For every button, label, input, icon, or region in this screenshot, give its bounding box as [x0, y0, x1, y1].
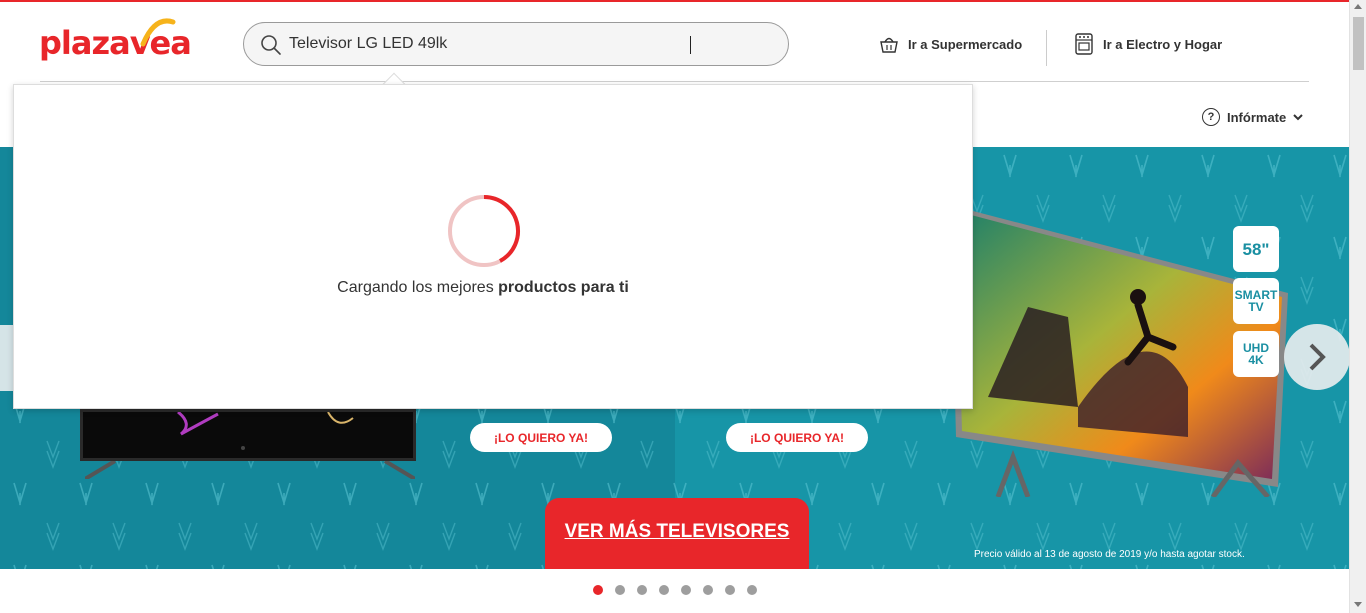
tv-left-image [80, 409, 416, 461]
lo-quiero-ya-button-left[interactable]: ¡LO QUIERO YA! [470, 423, 612, 452]
chevron-right-icon [1309, 343, 1326, 371]
loading-spinner-icon [448, 195, 520, 267]
site-header: plazavea Ir a Supermercado Ir a Electro … [0, 2, 1349, 82]
badge-smart-tv: SMART TV [1233, 278, 1279, 324]
carousel-dot[interactable] [725, 585, 735, 595]
carousel-prev-button[interactable] [0, 325, 14, 391]
scrollbar-thumb[interactable] [1353, 17, 1364, 70]
price-disclaimer: Precio válido al 13 de agosto de 2019 y/… [974, 549, 1245, 560]
tv-left-screen [177, 410, 354, 450]
carousel-dot[interactable] [637, 585, 647, 595]
page-scrollbar[interactable] [1349, 0, 1366, 613]
help-icon: ? [1202, 108, 1220, 126]
logo-swoosh-icon [140, 18, 176, 47]
lo-quiero-ya-button-right[interactable]: ¡LO QUIERO YA! [726, 423, 868, 452]
electro-hogar-link[interactable]: Ir a Electro y Hogar [1073, 32, 1222, 56]
search-box[interactable] [243, 22, 789, 66]
loading-message: Cargando los mejores productos para ti [14, 279, 952, 297]
carousel-dots [593, 585, 757, 595]
stove-icon [1075, 33, 1093, 55]
carousel-dot[interactable] [747, 585, 757, 595]
loading-text: Cargando los mejores [337, 279, 499, 296]
tv-left-foot [383, 461, 415, 479]
carousel-dot[interactable] [659, 585, 669, 595]
supermercado-label: Ir a Supermercado [908, 36, 1023, 52]
badge-uhd-4k: UHD 4K [1233, 331, 1279, 377]
header-divider [1046, 30, 1047, 66]
carousel-dot[interactable] [703, 585, 713, 595]
header-rule [40, 81, 1309, 82]
scroll-up-arrow-icon[interactable] [1354, 4, 1362, 9]
tv-left-foot [85, 461, 117, 479]
plazavea-logo[interactable]: plazavea [39, 16, 192, 66]
ver-mas-televisores-button[interactable]: VER MÁS TELEVISORES [545, 498, 809, 569]
text-caret [690, 36, 691, 54]
carousel-next-button[interactable] [1284, 324, 1349, 390]
search-input[interactable] [289, 23, 769, 65]
electro-hogar-label: Ir a Electro y Hogar [1103, 36, 1223, 52]
chevron-down-icon [1293, 114, 1303, 121]
supermercado-link[interactable]: Ir a Supermercado [878, 32, 1022, 56]
scroll-down-arrow-icon[interactable] [1354, 602, 1362, 607]
badge-58: 58" [1233, 226, 1279, 272]
carousel-dot[interactable] [593, 585, 603, 595]
informate-menu[interactable]: ? Infórmate [1202, 107, 1303, 127]
search-icon[interactable] [259, 33, 283, 57]
informate-label: Infórmate [1227, 109, 1287, 125]
carousel-dot[interactable] [681, 585, 691, 595]
loading-text-bold: productos para ti [498, 279, 629, 296]
search-suggestions-dropdown: Cargando los mejores productos para ti [13, 84, 973, 409]
basket-icon [880, 37, 898, 53]
carousel-dot[interactable] [615, 585, 625, 595]
